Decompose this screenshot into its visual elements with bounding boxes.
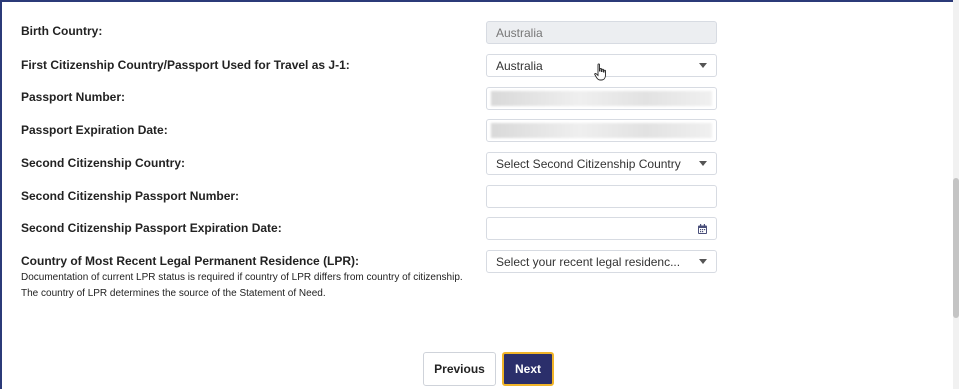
hand-cursor-icon: [594, 63, 606, 81]
second-passport-expiration-label: Second Citizenship Passport Expiration D…: [21, 221, 282, 235]
lpr-help-text: Documentation of current LPR status is r…: [21, 272, 463, 299]
redacted-value: [491, 123, 712, 138]
next-button[interactable]: Next: [502, 352, 554, 386]
birth-country-field: Australia: [486, 21, 717, 44]
first-citizenship-value: Australia: [496, 58, 543, 73]
lpr-country-value: Select your recent legal residenc...: [496, 254, 681, 269]
passport-expiration-label: Passport Expiration Date:: [21, 123, 168, 137]
second-citizenship-value: Select Second Citizenship Country: [496, 156, 681, 171]
form-panel: Birth Country: Australia First Citizensh…: [0, 0, 957, 389]
birth-country-value: Australia: [496, 25, 543, 40]
passport-number-field[interactable]: [486, 87, 717, 110]
lpr-country-select[interactable]: Select your recent legal residenc...: [486, 250, 717, 273]
chevron-down-icon: [699, 259, 707, 264]
second-passport-expiration-field[interactable]: [486, 217, 717, 240]
previous-button[interactable]: Previous: [423, 352, 496, 386]
second-citizenship-select[interactable]: Select Second Citizenship Country: [486, 152, 717, 175]
second-passport-number-field[interactable]: [486, 185, 717, 208]
chevron-down-icon: [699, 63, 707, 68]
scrollbar[interactable]: [953, 0, 959, 389]
chevron-down-icon: [699, 161, 707, 166]
redacted-value: [491, 91, 712, 106]
passport-expiration-field[interactable]: [486, 119, 717, 142]
second-citizenship-label: Second Citizenship Country:: [21, 156, 186, 170]
birth-country-label: Birth Country:: [21, 24, 103, 38]
passport-number-label: Passport Number:: [21, 90, 126, 104]
first-citizenship-label: First Citizenship Country/Passport Used …: [21, 58, 350, 72]
calendar-icon[interactable]: [698, 224, 707, 234]
scrollbar-thumb[interactable]: [953, 178, 959, 318]
lpr-country-label: Country of Most Recent Legal Permanent R…: [21, 254, 360, 268]
second-passport-number-label: Second Citizenship Passport Number:: [21, 189, 240, 203]
